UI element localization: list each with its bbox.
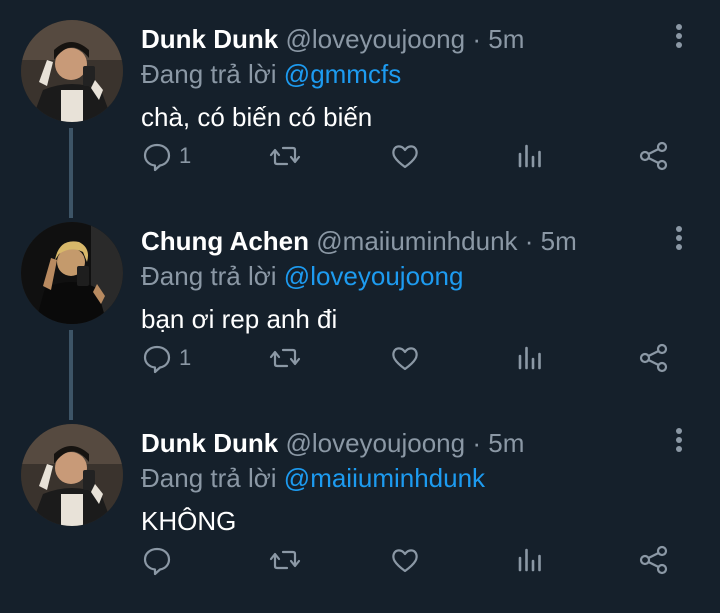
avatar[interactable] — [21, 20, 123, 122]
retweet-button[interactable] — [269, 542, 301, 578]
like-icon — [392, 549, 418, 573]
person-photo-avatar-icon — [21, 424, 123, 526]
timestamp[interactable]: 5m — [488, 428, 524, 458]
like-button[interactable] — [389, 138, 421, 174]
analytics-button[interactable] — [515, 138, 547, 174]
tweet-header: Dunk Dunk @loveyoujoong · 5m — [141, 22, 524, 56]
tweet-actions — [0, 542, 720, 578]
share-button[interactable] — [638, 340, 670, 376]
like-icon — [392, 347, 418, 371]
mention-link[interactable]: @maiiuminhdunk — [284, 463, 485, 493]
separator-dot: · — [472, 428, 482, 458]
share-icon — [639, 343, 668, 373]
share-button[interactable] — [638, 542, 670, 578]
user-handle[interactable]: @maiiuminhdunk — [316, 226, 517, 256]
tweet-actions: 1 — [0, 340, 720, 376]
retweet-button[interactable] — [269, 340, 301, 376]
tweet-header: Chung Achen @maiiuminhdunk · 5m — [141, 224, 577, 258]
reply-button[interactable] — [141, 542, 179, 578]
retweet-icon — [269, 348, 301, 368]
display-name[interactable]: Chung Achen — [141, 226, 309, 256]
replying-to-label: Đang trả lời — [141, 261, 277, 291]
retweet-button[interactable] — [269, 138, 301, 174]
analytics-icon — [518, 548, 541, 572]
like-icon — [392, 145, 418, 169]
person-photo-avatar-icon — [21, 20, 123, 122]
analytics-button[interactable] — [515, 542, 547, 578]
tweet-actions: 1 — [0, 138, 720, 174]
more-options-icon[interactable] — [672, 428, 686, 458]
replying-to: Đang trả lời @gmmcfs — [141, 57, 401, 91]
mention-link[interactable]: @loveyoujoong — [284, 261, 464, 291]
reply-icon — [143, 547, 171, 576]
reply-count: 1 — [179, 143, 192, 168]
tweet[interactable]: Dunk Dunk @loveyoujoong · 5m Đang trả lờ… — [0, 404, 720, 606]
tweet-text: chà, có biến có biến — [141, 102, 373, 132]
display-name[interactable]: Dunk Dunk — [141, 24, 278, 54]
display-name[interactable]: Dunk Dunk — [141, 428, 278, 458]
tweet-header: Dunk Dunk @loveyoujoong · 5m — [141, 426, 524, 460]
timestamp[interactable]: 5m — [488, 24, 524, 54]
tweet[interactable]: Chung Achen @maiiuminhdunk · 5m Đang trả… — [0, 202, 720, 404]
like-button[interactable] — [389, 542, 421, 578]
like-button[interactable] — [389, 340, 421, 376]
reply-icon — [143, 345, 171, 374]
separator-dot: · — [524, 226, 534, 256]
avatar[interactable] — [21, 222, 123, 324]
tweet-text: KHÔNG — [141, 506, 237, 536]
mention-link[interactable]: @gmmcfs — [284, 59, 401, 89]
analytics-button[interactable] — [515, 340, 547, 376]
reply-button[interactable]: 1 — [141, 138, 191, 174]
share-icon — [639, 545, 668, 575]
tweet[interactable]: Dunk Dunk @loveyoujoong · 5m Đang trả lờ… — [0, 0, 720, 202]
timestamp[interactable]: 5m — [541, 226, 577, 256]
reply-icon — [143, 143, 171, 172]
person-photo-avatar-icon — [21, 222, 123, 324]
share-button[interactable] — [638, 138, 670, 174]
more-options-icon[interactable] — [672, 24, 686, 54]
analytics-icon — [518, 346, 541, 370]
analytics-icon — [518, 144, 541, 168]
avatar[interactable] — [21, 424, 123, 526]
share-icon — [639, 141, 668, 171]
replying-to: Đang trả lời @loveyoujoong — [141, 259, 463, 293]
replying-to: Đang trả lời @maiiuminhdunk — [141, 461, 485, 495]
replying-to-label: Đang trả lời — [141, 59, 277, 89]
reply-button[interactable]: 1 — [141, 340, 191, 376]
reply-count: 1 — [179, 345, 192, 370]
user-handle[interactable]: @loveyoujoong — [285, 428, 465, 458]
retweet-icon — [269, 550, 301, 570]
tweet-text: bạn ơi rep anh đi — [141, 304, 338, 334]
user-handle[interactable]: @loveyoujoong — [285, 24, 465, 54]
separator-dot: · — [472, 24, 482, 54]
more-options-icon[interactable] — [672, 226, 686, 256]
retweet-icon — [269, 146, 301, 166]
replying-to-label: Đang trả lời — [141, 463, 277, 493]
